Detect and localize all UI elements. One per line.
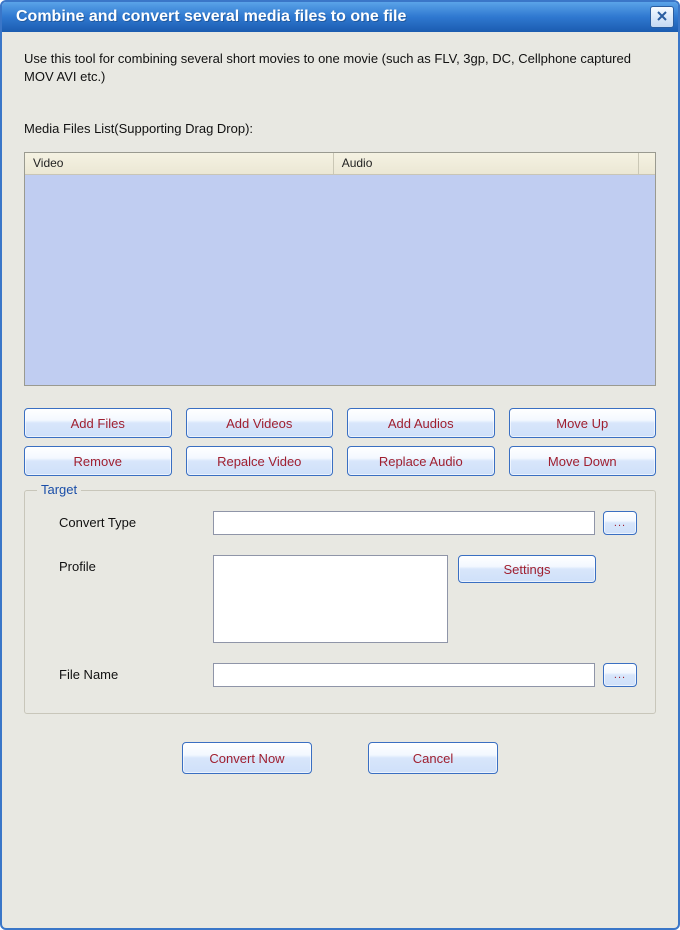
dialog-footer: Convert Now Cancel <box>24 742 656 782</box>
convert-type-label: Convert Type <box>43 511 213 530</box>
column-header-end <box>639 153 655 174</box>
file-name-label: File Name <box>43 663 213 682</box>
file-name-row: File Name ... <box>43 663 637 687</box>
add-files-button[interactable]: Add Files <box>24 408 172 438</box>
intro-text: Use this tool for combining several shor… <box>24 50 656 85</box>
column-header-audio[interactable]: Audio <box>334 153 639 174</box>
settings-button-wrap: Settings <box>458 555 596 643</box>
profile-controls: Settings <box>213 555 637 643</box>
dialog-window: Combine and convert several media files … <box>0 0 680 930</box>
column-header-video[interactable]: Video <box>25 153 334 174</box>
browse-convert-type-button[interactable]: ... <box>603 511 637 535</box>
profile-label: Profile <box>43 555 213 574</box>
convert-type-input[interactable] <box>213 511 595 535</box>
convert-type-row: Convert Type ... <box>43 511 637 535</box>
move-down-button[interactable]: Move Down <box>509 446 657 476</box>
target-legend: Target <box>37 482 81 497</box>
close-icon <box>656 10 668 25</box>
file-name-input[interactable] <box>213 663 595 687</box>
browse-file-name-button[interactable]: ... <box>603 663 637 687</box>
profile-row: Profile Settings <box>43 555 637 643</box>
settings-button[interactable]: Settings <box>458 555 596 583</box>
action-button-grid: Add Files Add Videos Add Audios Move Up … <box>24 408 656 476</box>
list-body[interactable] <box>25 175 655 385</box>
list-header: Video Audio <box>25 153 655 175</box>
move-up-button[interactable]: Move Up <box>509 408 657 438</box>
replace-video-button[interactable]: Repalce Video <box>186 446 334 476</box>
dialog-body: Use this tool for combining several shor… <box>2 32 678 928</box>
cancel-button[interactable]: Cancel <box>368 742 498 774</box>
replace-audio-button[interactable]: Replace Audio <box>347 446 495 476</box>
add-audios-button[interactable]: Add Audios <box>347 408 495 438</box>
target-groupbox: Target Convert Type ... Profile Settings… <box>24 490 656 714</box>
titlebar: Combine and convert several media files … <box>2 2 678 32</box>
add-videos-button[interactable]: Add Videos <box>186 408 334 438</box>
close-button[interactable] <box>650 6 674 28</box>
media-list-label: Media Files List(Supporting Drag Drop): <box>24 121 656 136</box>
profile-textarea[interactable] <box>213 555 448 643</box>
remove-button[interactable]: Remove <box>24 446 172 476</box>
convert-now-button[interactable]: Convert Now <box>182 742 312 774</box>
media-file-list[interactable]: Video Audio <box>24 152 656 386</box>
window-title: Combine and convert several media files … <box>16 8 650 26</box>
